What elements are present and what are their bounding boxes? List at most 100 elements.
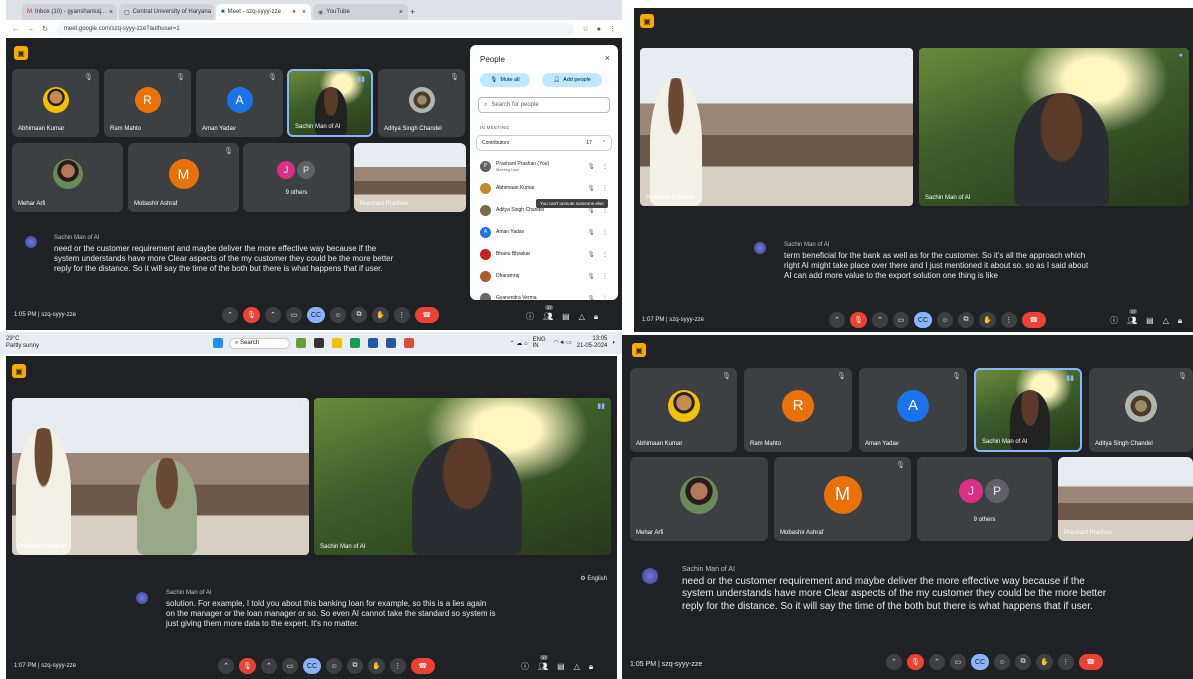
mic-off-icon[interactable]: 🎙︎ bbox=[587, 185, 595, 192]
reload-icon[interactable]: ↻ bbox=[42, 25, 48, 33]
camera-options-button[interactable]: ⌃ bbox=[260, 658, 277, 674]
participant-row[interactable]: A Aman Yadav 🎙︎ ⋮ bbox=[476, 221, 612, 243]
info-icon[interactable]: ⓘ bbox=[526, 311, 534, 322]
participant-tile[interactable]: 🎙︎ Abhimaan Kumar bbox=[630, 368, 737, 452]
chat-icon[interactable]: ▤ bbox=[562, 312, 570, 321]
mic-off-icon[interactable]: 🎙︎ bbox=[587, 295, 595, 301]
captions-button[interactable]: CC bbox=[913, 312, 933, 328]
participant-tile[interactable]: 🎙︎ Aditya Singh Chandel bbox=[1089, 368, 1193, 452]
emoji-button[interactable]: ☺ bbox=[330, 307, 347, 323]
present-button[interactable]: ⧉ bbox=[351, 307, 368, 323]
participant-tile[interactable]: ◌ Prashant Prashan bbox=[640, 48, 913, 206]
forward-icon[interactable]: → bbox=[27, 26, 34, 33]
more-icon[interactable]: ⋮ bbox=[602, 185, 608, 192]
host-controls-icon[interactable]: 🔒︎ bbox=[1178, 316, 1182, 326]
participant-tile[interactable]: 🎙︎ Aditya Singh Chandel bbox=[378, 69, 465, 137]
mic-toggle-button[interactable]: 🎙︎ bbox=[850, 312, 867, 328]
mic-options-button[interactable]: ⌃ bbox=[829, 312, 845, 328]
mic-off-icon[interactable]: 🎙︎ bbox=[587, 273, 595, 280]
chat-icon[interactable]: ▤ bbox=[1146, 316, 1154, 325]
more-icon[interactable]: ⋮ bbox=[602, 251, 608, 258]
mic-toggle-button[interactable]: 🎙︎ bbox=[239, 658, 256, 674]
end-call-button[interactable]: ☎ bbox=[1021, 312, 1046, 328]
captions-button[interactable]: CC bbox=[302, 658, 322, 674]
widgets-icon[interactable] bbox=[296, 338, 307, 348]
more-icon[interactable]: ⋮ bbox=[602, 229, 608, 236]
mute-all-button[interactable]: 🎙︎ Mute all bbox=[480, 73, 530, 87]
edge-icon[interactable] bbox=[350, 338, 361, 348]
contributors-section[interactable]: Contributors 17 ⌃ bbox=[476, 135, 612, 151]
task-view-icon[interactable] bbox=[314, 338, 325, 348]
activities-icon[interactable]: △ bbox=[1163, 316, 1169, 325]
notifications-icon[interactable]: ◐ bbox=[612, 340, 616, 346]
taskbar-search[interactable]: ⌕ Search bbox=[229, 337, 291, 349]
info-icon[interactable]: ⓘ bbox=[521, 661, 529, 672]
end-call-button[interactable]: ☎ bbox=[1078, 654, 1103, 670]
raise-hand-button[interactable]: ✋ bbox=[979, 312, 996, 328]
present-button[interactable]: ⧉ bbox=[1015, 654, 1032, 670]
star-icon[interactable]: ☆ bbox=[582, 25, 588, 33]
menu-icon[interactable]: ⋮ bbox=[609, 25, 616, 33]
close-icon[interactable]: × bbox=[605, 53, 610, 63]
store-icon[interactable] bbox=[368, 338, 379, 348]
profile-icon[interactable]: ● bbox=[597, 26, 601, 33]
caption-language[interactable]: ⚙ English bbox=[580, 575, 607, 582]
file-explorer-icon[interactable] bbox=[332, 338, 343, 348]
raise-hand-button[interactable]: ✋ bbox=[372, 307, 389, 323]
host-controls-icon[interactable]: 🔒︎ bbox=[589, 662, 593, 672]
participant-tile-active[interactable]: ▮▮ Sachin Man of AI bbox=[287, 69, 373, 137]
participant-tile[interactable]: M 🎙︎ Mobashir Ashraf bbox=[128, 143, 239, 212]
people-icon[interactable]: 👥︎ 17 bbox=[538, 655, 549, 671]
chrome-icon[interactable] bbox=[404, 338, 415, 348]
participant-tile-active[interactable]: ● Sachin Man of AI bbox=[919, 48, 1189, 206]
tab-youtube[interactable]: ◉ YouTube × bbox=[313, 4, 408, 20]
raise-hand-button[interactable]: ✋ bbox=[368, 658, 385, 674]
participant-tile[interactable]: M 🎙︎ Mobashir Ashraf bbox=[774, 457, 911, 541]
participant-tile[interactable]: Prashant Prashan bbox=[1058, 457, 1193, 541]
back-icon[interactable]: ← bbox=[12, 26, 19, 33]
raise-hand-button[interactable]: ✋ bbox=[1036, 654, 1053, 670]
more-icon[interactable]: ⋮ bbox=[602, 295, 608, 301]
participant-row[interactable]: P Prashant Prashan (You) Meeting host 🎙︎ ⋮ bbox=[476, 155, 612, 177]
participant-tile[interactable]: Mehar Arfi bbox=[630, 457, 768, 541]
close-tab-icon[interactable]: × bbox=[109, 9, 113, 16]
tab-meet[interactable]: ■ Meet - szq-syyy-zze ● × bbox=[216, 4, 311, 20]
participant-row[interactable]: Bhanu Bhaskar 🎙︎ ⋮ bbox=[476, 243, 612, 265]
present-button[interactable]: ⧉ bbox=[347, 658, 364, 674]
participant-tile[interactable]: A 🎙︎ Aman Yadav bbox=[196, 69, 283, 137]
new-tab-button[interactable]: + bbox=[410, 7, 415, 17]
mic-options-button[interactable]: ⌃ bbox=[222, 307, 238, 323]
add-people-button[interactable]: 👤︎ Add people bbox=[542, 73, 602, 87]
mic-off-icon[interactable]: 🎙︎ bbox=[587, 229, 595, 236]
close-tab-icon[interactable]: × bbox=[399, 9, 403, 16]
more-options-button[interactable]: ⋮ bbox=[389, 658, 406, 674]
camera-toggle-button[interactable]: ▭ bbox=[892, 312, 909, 328]
close-tab-icon[interactable]: × bbox=[302, 9, 306, 16]
start-icon[interactable] bbox=[213, 338, 224, 348]
search-people-input[interactable]: ⌕ Search for people bbox=[478, 97, 610, 113]
camera-options-button[interactable]: ⌃ bbox=[871, 312, 888, 328]
participant-tile[interactable]: ◌ Prashant Prashan bbox=[12, 398, 309, 555]
camera-options-button[interactable]: ⌃ bbox=[264, 307, 281, 323]
chat-icon[interactable]: ▤ bbox=[557, 662, 565, 671]
camera-toggle-button[interactable]: ▭ bbox=[949, 654, 966, 670]
tab-university[interactable]: ▢Central University of Haryana× bbox=[119, 4, 214, 20]
participant-tile[interactable]: A 🎙︎ Aman Yadav bbox=[859, 368, 967, 452]
emoji-button[interactable]: ☺ bbox=[326, 658, 343, 674]
more-options-button[interactable]: ⋮ bbox=[1000, 312, 1017, 328]
mic-toggle-button[interactable]: 🎙︎ bbox=[907, 654, 924, 670]
participant-tile[interactable]: R 🎙︎ Ram Mahto bbox=[744, 368, 852, 452]
more-icon[interactable]: ⋮ bbox=[602, 273, 608, 280]
participant-tile[interactable]: Mehar Arfi bbox=[12, 143, 123, 212]
mic-options-button[interactable]: ⌃ bbox=[218, 658, 234, 674]
activities-icon[interactable]: △ bbox=[574, 662, 580, 671]
info-icon[interactable]: ⓘ bbox=[1110, 315, 1118, 326]
activities-icon[interactable]: △ bbox=[579, 312, 585, 321]
mic-options-button[interactable]: ⌃ bbox=[886, 654, 902, 670]
camera-toggle-button[interactable]: ▭ bbox=[285, 307, 302, 323]
present-button[interactable]: ⧉ bbox=[958, 312, 975, 328]
mic-toggle-button[interactable]: 🎙︎ bbox=[243, 307, 260, 323]
more-options-button[interactable]: ⋮ bbox=[393, 307, 410, 323]
participant-row[interactable]: Dharamraj 🎙︎ ⋮ bbox=[476, 265, 612, 287]
end-call-button[interactable]: ☎ bbox=[414, 307, 439, 323]
